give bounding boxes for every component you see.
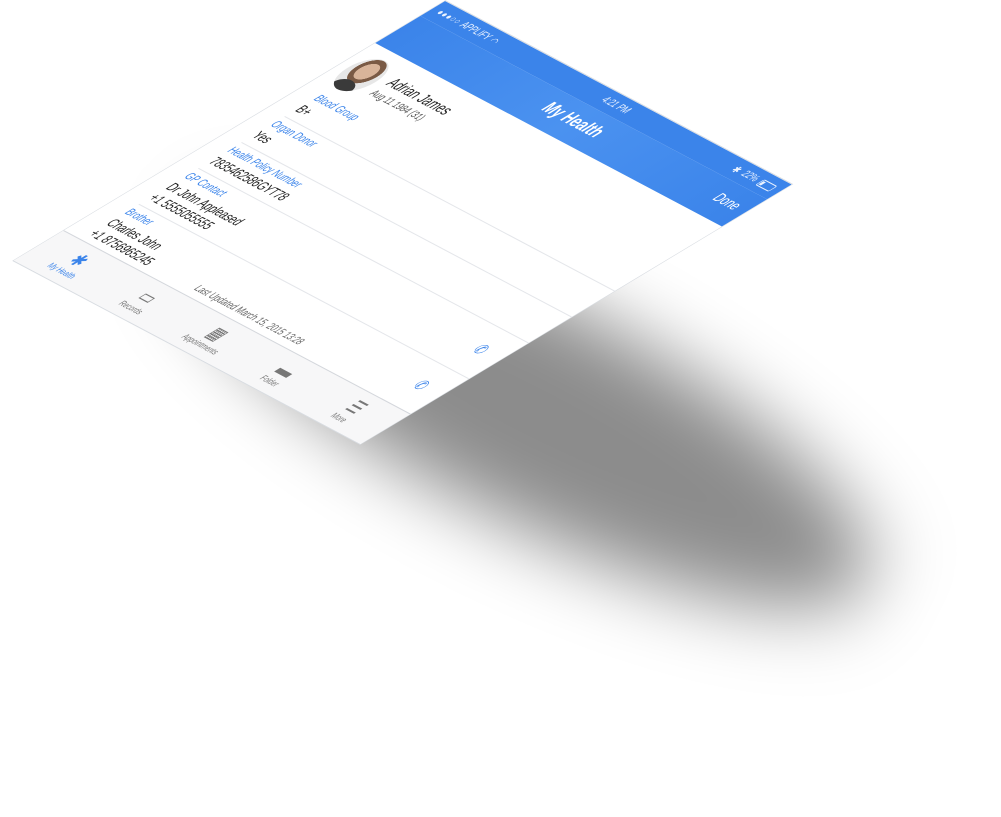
battery-icon <box>755 178 779 192</box>
status-bar: ●●●○○ APPLIFY ◠ 4:21 PM ✱ 22% <box>420 1 792 200</box>
profile-text: Adrian James Aug 11 1984 (31) <box>366 76 457 127</box>
battery-fill <box>758 180 767 186</box>
